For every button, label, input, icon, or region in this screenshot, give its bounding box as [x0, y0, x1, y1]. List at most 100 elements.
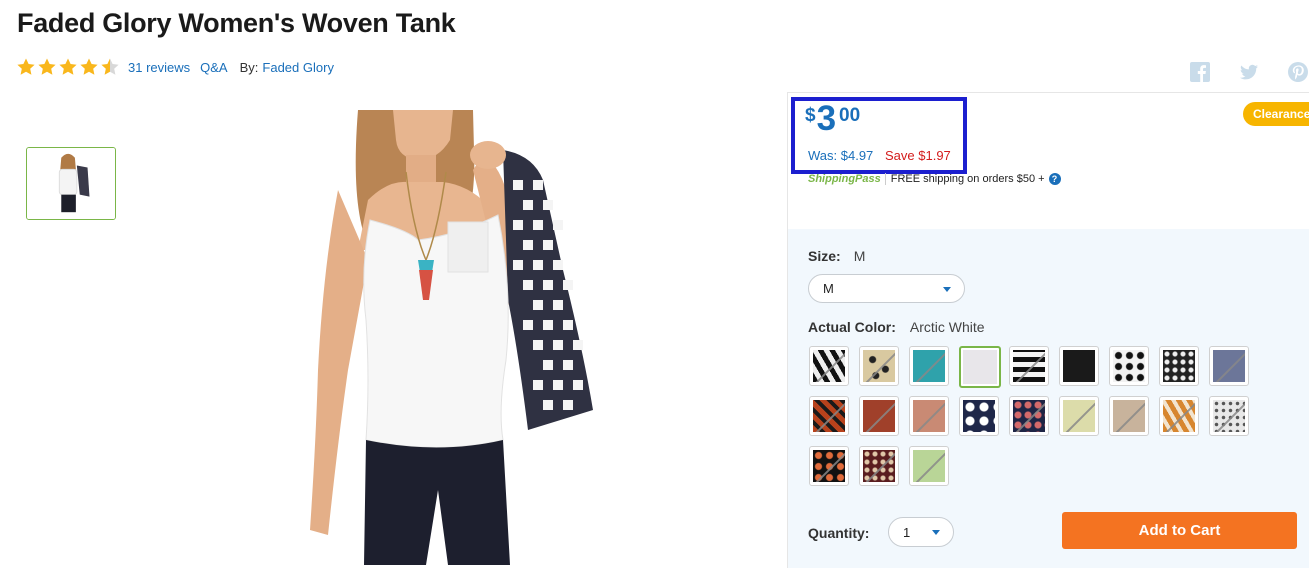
options-section: Size: M M Actual Color: Arctic White Qua…: [788, 229, 1309, 568]
color-swatch[interactable]: [809, 396, 849, 436]
shipping-text: FREE shipping on orders $50 +: [890, 173, 1045, 185]
size-selected: M: [823, 281, 834, 296]
save-amount: Save $1.97: [885, 148, 951, 163]
color-swatch[interactable]: [1059, 346, 1099, 386]
swatch-fill: [913, 400, 945, 432]
unavailable-strike: [865, 350, 895, 382]
color-label-row: Actual Color: Arctic White: [808, 319, 985, 335]
shipping-info: ShippingPass FREE shipping on orders $50…: [808, 173, 1061, 185]
color-swatch[interactable]: [859, 446, 899, 486]
swatch-fill: [963, 350, 997, 384]
swatch-fill: [913, 350, 945, 382]
star-icon: [37, 57, 57, 77]
quantity-label: Quantity:: [808, 525, 870, 541]
color-swatch[interactable]: [1209, 396, 1249, 436]
chevron-down-icon: [943, 287, 951, 292]
swatch-fill: [1213, 400, 1245, 432]
color-swatch[interactable]: [959, 346, 1001, 388]
was-price: Was: $4.97: [808, 148, 874, 163]
swatch-fill: [863, 400, 895, 432]
swatch-fill: [1163, 350, 1195, 382]
quantity-value: 1: [903, 524, 911, 540]
clearance-badge: Clearance: [1243, 102, 1309, 126]
swatch-fill: [813, 350, 845, 382]
color-swatch[interactable]: [1059, 396, 1099, 436]
current-price: $ 3 00: [805, 99, 861, 138]
color-swatch[interactable]: [1009, 396, 1049, 436]
unavailable-strike: [915, 400, 945, 432]
swatch-fill: [963, 400, 995, 432]
swatch-fill: [863, 350, 895, 382]
shippingpass-logo: ShippingPass: [808, 173, 886, 185]
color-swatch[interactable]: [909, 396, 949, 436]
color-swatch[interactable]: [1009, 346, 1049, 386]
color-swatch[interactable]: [1209, 346, 1249, 386]
star-icon: [79, 57, 99, 77]
unavailable-strike: [1165, 400, 1195, 432]
star-icon: [58, 57, 78, 77]
rating-stars[interactable]: [16, 57, 121, 77]
swatch-fill: [913, 450, 945, 482]
price-currency: $: [805, 105, 816, 126]
product-title: Faded Glory Women's Woven Tank: [17, 8, 456, 38]
color-swatch[interactable]: [859, 396, 899, 436]
color-swatch[interactable]: [809, 346, 849, 386]
size-label: Size:: [808, 248, 841, 264]
social-share: [1162, 61, 1309, 83]
swatch-fill: [1213, 350, 1245, 382]
color-label: Actual Color:: [808, 319, 896, 335]
purchase-panel: $ 3 00 Was: $4.97 Save $1.97 ShippingPas…: [787, 92, 1309, 568]
swatch-fill: [1063, 400, 1095, 432]
unavailable-strike: [1015, 350, 1045, 382]
color-value: Arctic White: [909, 319, 985, 335]
swatch-fill: [1113, 400, 1145, 432]
price-section: $ 3 00 Was: $4.97 Save $1.97 ShippingPas…: [788, 93, 1309, 228]
brand-link[interactable]: Faded Glory: [262, 60, 334, 75]
price-cents: 00: [839, 105, 861, 126]
color-swatch[interactable]: [1109, 396, 1149, 436]
quantity-dropdown[interactable]: 1: [888, 517, 954, 547]
swatch-fill: [1013, 350, 1045, 382]
twitter-icon[interactable]: [1238, 61, 1260, 83]
unavailable-strike: [815, 350, 845, 382]
unavailable-strike: [1015, 400, 1045, 432]
color-swatch[interactable]: [809, 446, 849, 486]
swatch-fill: [813, 400, 845, 432]
product-main-image: [298, 110, 608, 565]
pinterest-icon[interactable]: [1287, 61, 1309, 83]
facebook-icon[interactable]: [1189, 61, 1211, 83]
color-swatch[interactable]: [909, 446, 949, 486]
unavailable-strike: [815, 400, 845, 432]
unavailable-strike: [865, 450, 895, 482]
unavailable-strike: [1115, 400, 1145, 432]
star-icon: [100, 57, 120, 77]
chevron-down-icon: [932, 530, 940, 535]
star-icon: [16, 57, 36, 77]
unavailable-strike: [1215, 350, 1245, 382]
swatch-fill: [1163, 400, 1195, 432]
unavailable-strike: [915, 450, 945, 482]
reviews-link[interactable]: 31 reviews: [128, 60, 190, 75]
color-swatch[interactable]: [1159, 396, 1199, 436]
color-swatch[interactable]: [909, 346, 949, 386]
product-meta: 31 reviews Q&A By: Faded Glory: [16, 57, 334, 77]
qa-link[interactable]: Q&A: [200, 60, 227, 75]
unavailable-strike: [815, 450, 845, 482]
size-label-row: Size: M: [808, 248, 865, 264]
color-swatch[interactable]: [1159, 346, 1199, 386]
swatch-fill: [1063, 350, 1095, 382]
product-thumbnail[interactable]: [26, 147, 116, 220]
thumbnail-image: [27, 148, 115, 219]
swatch-fill: [863, 450, 895, 482]
swatch-fill: [813, 450, 845, 482]
size-value: M: [853, 248, 866, 264]
swatch-fill: [1113, 350, 1145, 382]
help-icon[interactable]: ?: [1048, 173, 1061, 185]
size-dropdown[interactable]: M: [808, 274, 965, 303]
unavailable-strike: [915, 350, 945, 382]
color-swatch[interactable]: [1109, 346, 1149, 386]
color-swatch[interactable]: [959, 396, 999, 436]
price-dollars: 3: [816, 99, 837, 138]
add-to-cart-button[interactable]: Add to Cart: [1062, 512, 1297, 549]
color-swatch[interactable]: [859, 346, 899, 386]
